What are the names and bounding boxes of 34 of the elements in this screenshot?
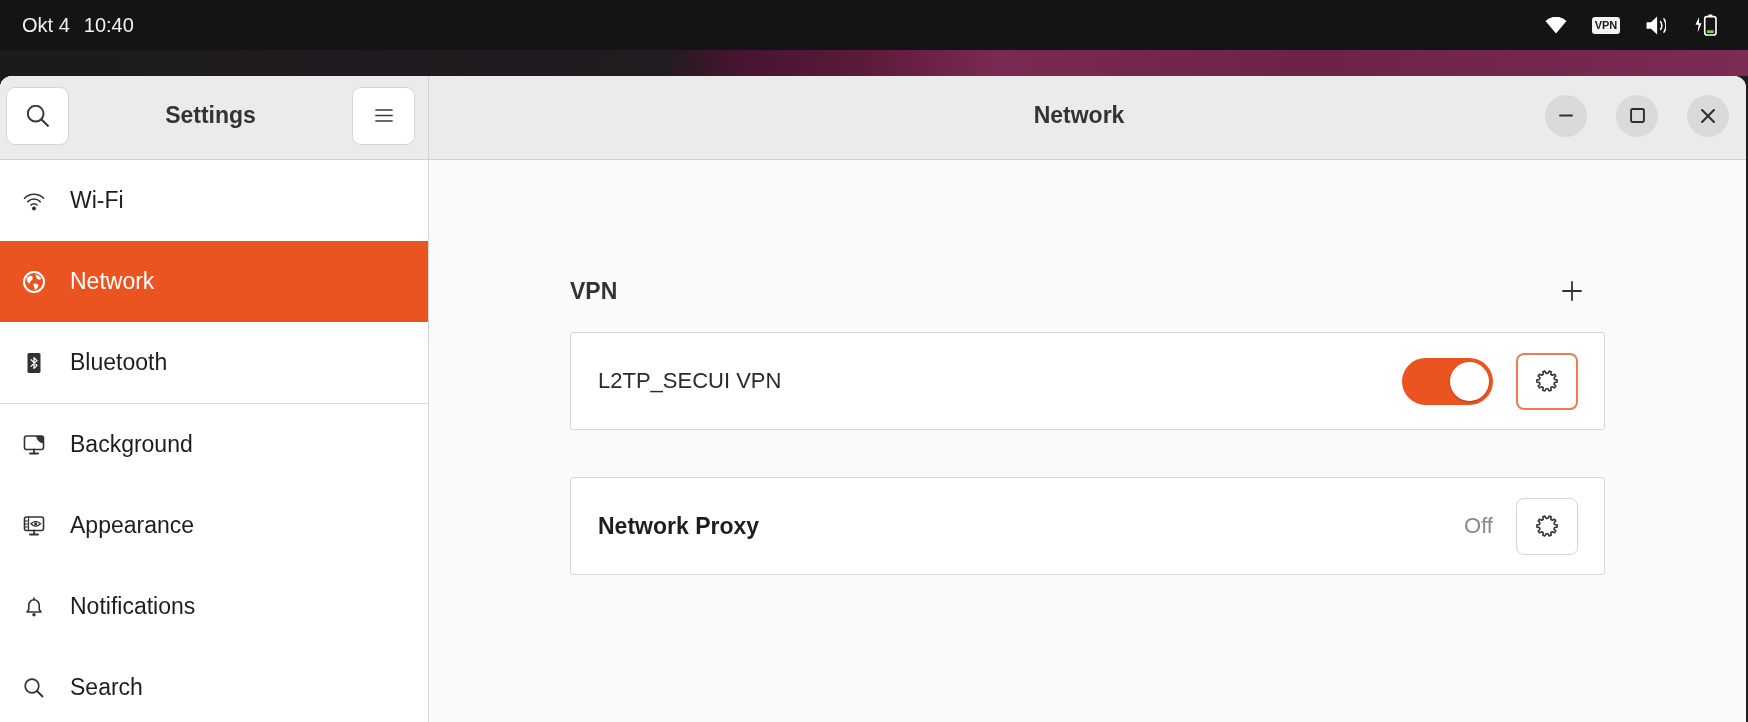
date-text[interactable]: Okt 4: [22, 13, 70, 37]
settings-button[interactable]: [1516, 497, 1578, 555]
volume-icon[interactable]: [1646, 15, 1666, 35]
clock-text[interactable]: 10:40: [83, 13, 134, 37]
gear-icon: [1536, 515, 1558, 537]
close-button[interactable]: [1687, 94, 1729, 137]
section-title: VPN: [570, 277, 618, 305]
close-icon: [1701, 108, 1715, 123]
monitor-icon: [22, 432, 46, 457]
menu-icon: [374, 109, 393, 122]
row-title: Network Proxy: [598, 512, 760, 540]
vpn-indicator[interactable]: VPN: [1591, 16, 1621, 34]
settings-button[interactable]: [1516, 352, 1578, 410]
monitor-eye-icon: [22, 513, 46, 538]
maximize-icon: [1629, 108, 1645, 123]
plus-icon: [1562, 281, 1582, 301]
connection-name: L2TP_SECUI VPN: [598, 368, 782, 394]
gear-icon: [1536, 370, 1558, 392]
minimize-button[interactable]: [1545, 94, 1587, 137]
search-icon: [26, 104, 49, 127]
add-button[interactable]: [1560, 279, 1584, 303]
wifi-icon[interactable]: [1545, 16, 1567, 34]
sidebar-item[interactable]: Network: [0, 241, 428, 322]
search-button[interactable]: [6, 86, 69, 145]
search-icon: [22, 675, 46, 700]
globe-icon: [22, 269, 46, 294]
maximize-button[interactable]: [1616, 94, 1658, 137]
menu-button[interactable]: [352, 86, 415, 145]
minimize-icon: [1559, 114, 1573, 117]
toggle-switch[interactable]: [1402, 357, 1493, 405]
status-text: Off: [1464, 513, 1493, 539]
battery-icon[interactable]: [1695, 14, 1717, 36]
sidebar-title: Settings: [164, 102, 257, 129]
page-title: Network: [1033, 102, 1125, 129]
